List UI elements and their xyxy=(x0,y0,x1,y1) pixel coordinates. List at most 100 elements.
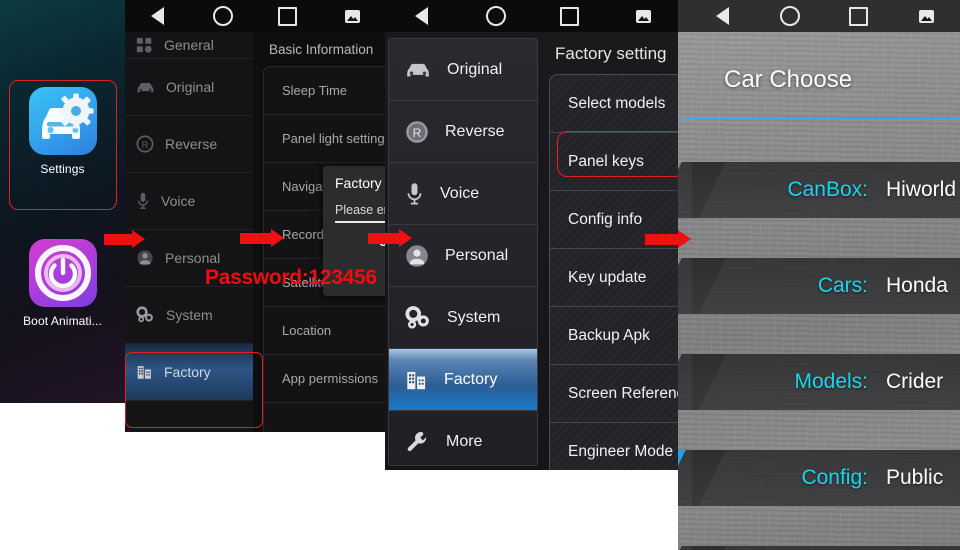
power-boot-glyph xyxy=(34,245,91,301)
password-input[interactable]: Please enter password xyxy=(335,203,385,217)
annotation-password: Password:123456 xyxy=(205,266,377,289)
microphone-icon xyxy=(407,182,422,204)
car-choose-row-cars[interactable]: Cars: Honda xyxy=(678,258,960,314)
car-choose-body: Car Choose CanBox: Hiworld Cars: Honda M… xyxy=(678,40,960,550)
row-key-config: Config: xyxy=(801,466,868,489)
navbar-panel2 xyxy=(125,0,385,32)
car-choose-row-models[interactable]: Models: Crider xyxy=(678,354,960,410)
pane-title-basic-information: Basic Information xyxy=(269,42,374,57)
row-value-cars: Honda xyxy=(886,274,948,297)
reverse-r-icon: R xyxy=(406,120,428,143)
car-settings-glyph xyxy=(41,93,93,139)
list-item-panel-keys[interactable]: Panel keys xyxy=(550,133,680,191)
car-choose-row-config[interactable]: Config: Public xyxy=(678,450,960,506)
list-item[interactable]: App permissions xyxy=(264,355,385,403)
power-boot-icon xyxy=(28,239,97,307)
svg-text:R: R xyxy=(142,140,149,150)
car-choose-row-canbox[interactable]: CanBox: Hiworld xyxy=(678,162,960,218)
sidebar-item-factory[interactable]: Factory xyxy=(125,344,253,401)
panel-car-choose: Car Choose CanBox: Hiworld Cars: Honda M… xyxy=(678,0,960,550)
sidebar-item-original-label: Original xyxy=(447,60,503,78)
home-icon[interactable] xyxy=(485,6,506,26)
sidebar-item-original-label: Original xyxy=(166,79,215,95)
sidebar-panel3: Original R Reverse Voice Personal System… xyxy=(388,38,538,466)
sidebar-item-more[interactable]: More xyxy=(389,411,537,465)
sidebar-item-more-label: More xyxy=(446,432,483,450)
app-settings-label: Settings xyxy=(40,162,85,176)
pane-title-factory-setting: Factory setting xyxy=(555,44,667,63)
sidebar-item-reverse[interactable]: R Reverse xyxy=(389,101,537,163)
screenshot-stage: Settings Boot Animati... General Origina… xyxy=(0,0,960,550)
person-icon xyxy=(406,244,428,267)
sidebar-item-original[interactable]: Original xyxy=(389,39,537,101)
title-divider xyxy=(678,118,960,120)
car-settings-icon xyxy=(28,87,97,155)
screenshot-icon[interactable] xyxy=(345,9,360,23)
sidebar-item-voice[interactable]: Voice xyxy=(389,163,537,225)
list-item-screen-reference[interactable]: Screen Reference xyxy=(550,365,680,423)
sidebar-item-reverse-label: Reverse xyxy=(165,136,218,152)
recents-icon[interactable] xyxy=(848,6,868,26)
sidebar-item-system[interactable]: System xyxy=(125,287,253,344)
back-icon[interactable] xyxy=(151,7,164,25)
navbar-panel3 xyxy=(385,0,680,32)
app-boot-animation[interactable]: Boot Animati... xyxy=(0,239,125,328)
row-key-canbox: CanBox: xyxy=(787,178,868,201)
sidebar-item-factory[interactable]: Factory xyxy=(389,349,537,411)
arrow-step-3-to-4 xyxy=(368,229,412,247)
svg-text:R: R xyxy=(413,125,422,139)
row-skew-decoration xyxy=(678,546,726,550)
sidebar-item-system-label: System xyxy=(447,308,501,326)
back-icon[interactable] xyxy=(715,7,729,25)
list-item-engineer-mode[interactable]: Engineer Mode xyxy=(550,423,680,470)
car-icon xyxy=(407,63,429,76)
panel-launcher: Settings Boot Animati... xyxy=(0,0,125,403)
panel-settings-basic: General Original R Reverse Voice Persona… xyxy=(125,0,385,432)
panel-factory-setting: Original R Reverse Voice Personal System… xyxy=(385,0,680,470)
home-icon[interactable] xyxy=(212,6,233,26)
row-key-cars: Cars: xyxy=(817,274,868,297)
page-title-car-choose: Car Choose xyxy=(724,66,853,93)
sidebar-item-personal-label: Personal xyxy=(445,246,509,264)
arrow-step-1-to-2 xyxy=(104,230,145,248)
person-icon xyxy=(137,250,153,266)
sidebar-item-reverse-label: Reverse xyxy=(445,122,505,140)
password-input-placeholder: Please enter password xyxy=(335,203,385,217)
car-choose-row-logo[interactable]: Logo: xyxy=(678,546,960,550)
list-item[interactable]: Sleep Time xyxy=(264,67,385,115)
home-icon[interactable] xyxy=(780,6,800,26)
gears-icon xyxy=(405,305,429,329)
sidebar-item-factory-label: Factory xyxy=(164,364,211,380)
list-item-select-models[interactable]: Select models xyxy=(550,75,680,133)
arrow-step-2-to-3 xyxy=(240,229,284,247)
list-item[interactable]: Location xyxy=(264,307,385,355)
recents-icon[interactable] xyxy=(559,6,579,26)
sidebar-item-original[interactable]: Original xyxy=(125,59,253,116)
sidebar-item-voice[interactable]: Voice xyxy=(125,173,253,230)
sidebar-item-voice-label: Voice xyxy=(161,193,196,209)
dialog-title: Factory setting xyxy=(335,175,385,191)
sidebar-item-personal-label: Personal xyxy=(165,250,221,266)
row-value-models: Crider xyxy=(886,370,944,393)
sidebar-item-general[interactable]: General xyxy=(125,32,253,59)
app-settings[interactable]: Settings xyxy=(0,87,125,176)
row-value-config: Public xyxy=(886,466,944,489)
recents-icon[interactable] xyxy=(278,6,297,26)
list-item-key-update[interactable]: Key update xyxy=(550,249,680,307)
screenshot-icon[interactable] xyxy=(635,9,651,23)
content-pane-panel3: Factory setting Select models Panel keys… xyxy=(541,32,680,470)
row-key-models: Models: xyxy=(794,370,868,393)
general-icon xyxy=(136,37,152,53)
sidebar-item-system[interactable]: System xyxy=(389,287,537,349)
factory-list: Select models Panel keys Config info Key… xyxy=(549,74,680,470)
list-item[interactable]: Panel light setting xyxy=(264,115,385,163)
microphone-icon xyxy=(137,192,149,209)
factory-icon xyxy=(137,366,151,379)
sidebar-item-factory-label: Factory xyxy=(444,370,498,388)
sidebar-item-voice-label: Voice xyxy=(440,184,480,202)
screenshot-icon[interactable] xyxy=(918,9,934,23)
back-icon[interactable] xyxy=(415,7,429,25)
sidebar-item-reverse[interactable]: R Reverse xyxy=(125,116,253,173)
list-item-backup-apk[interactable]: Backup Apk xyxy=(550,307,680,365)
navbar-panel4 xyxy=(678,0,960,32)
